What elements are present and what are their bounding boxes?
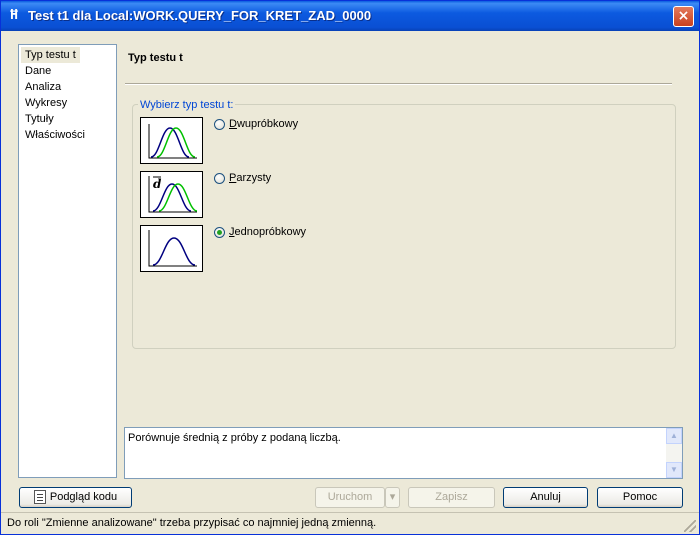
- two-sample-distribution-icon: [140, 117, 203, 164]
- save-button-label: Zapisz: [435, 491, 468, 503]
- app-icon: Ħ: [10, 8, 18, 23]
- radio-two-sample[interactable]: Dwupróbkowy: [214, 117, 298, 131]
- status-text: Do roli "Zmienne analizowane" trzeba prz…: [7, 517, 377, 529]
- group-label: Wybierz typ testu t:: [138, 99, 236, 111]
- radio-one-sample-circle[interactable]: [214, 226, 225, 238]
- nav-item-tytuly[interactable]: Tytuły: [19, 111, 116, 127]
- close-icon: ×: [677, 8, 690, 24]
- nav-item-wlasciwosci[interactable]: Właściwości: [19, 127, 116, 143]
- radio-paired[interactable]: Parzysty: [214, 171, 271, 185]
- radio-paired-label: Parzysty: [229, 172, 272, 184]
- title-bar[interactable]: Ħ Test t1 dla Local:WORK.QUERY_FOR_KRET_…: [1, 1, 699, 31]
- code-preview-icon: [33, 490, 46, 505]
- run-button-label: Uruchom: [327, 491, 373, 503]
- title-separator: [125, 83, 672, 85]
- cancel-button[interactable]: Anuluj: [503, 487, 588, 508]
- nav-item-typ-testu[interactable]: Typ testu t: [21, 47, 80, 63]
- paired-d-symbol: d: [153, 177, 162, 191]
- close-button[interactable]: ×: [673, 6, 694, 27]
- scroll-down-button[interactable]: ▼: [666, 462, 682, 478]
- scroll-up-button[interactable]: ▲: [666, 428, 682, 444]
- description-box[interactable]: Porównuje średnią z próby z podaną liczb…: [124, 427, 683, 479]
- page-title: Typ testu t: [128, 52, 183, 64]
- nav-list: Typ testu t Dane Analiza Wykresy Tytuły …: [18, 44, 117, 478]
- description-text: Porównuje średnią z próby z podaną liczb…: [128, 432, 341, 444]
- help-button[interactable]: Pomoc: [597, 487, 683, 508]
- radio-two-sample-circle[interactable]: [214, 118, 225, 130]
- run-button[interactable]: Uruchom: [315, 487, 385, 508]
- description-scrollbar[interactable]: ▲ ▼: [666, 428, 682, 478]
- help-button-label: Pomoc: [622, 491, 658, 503]
- save-button[interactable]: Zapisz: [408, 487, 495, 508]
- window-title: Test t1 dla Local:WORK.QUERY_FOR_KRET_ZA…: [28, 8, 372, 23]
- code-preview-label: Podgląd kodu: [49, 491, 118, 503]
- status-bar: Do roli "Zmienne analizowane" trzeba prz…: [1, 512, 699, 534]
- scroll-up-icon: ▲: [670, 431, 678, 440]
- dialog-window: Ħ Test t1 dla Local:WORK.QUERY_FOR_KRET_…: [0, 0, 700, 535]
- nav-item-dane[interactable]: Dane: [19, 63, 116, 79]
- radio-one-sample[interactable]: Jednopróbkowy: [214, 225, 306, 239]
- nav-item-wykresy[interactable]: Wykresy: [19, 95, 116, 111]
- nav-item-analiza[interactable]: Analiza: [19, 79, 116, 95]
- radio-one-sample-label: Jednopróbkowy: [229, 226, 307, 238]
- run-dropdown-button[interactable]: ▾: [385, 487, 400, 508]
- resize-grip-icon[interactable]: [684, 520, 696, 532]
- paired-difference-distribution-icon: d: [140, 171, 203, 218]
- chevron-down-icon: ▾: [389, 491, 396, 503]
- scroll-down-icon: ▼: [670, 465, 678, 474]
- cancel-button-label: Anuluj: [530, 491, 561, 503]
- radio-two-sample-label: Dwupróbkowy: [229, 118, 299, 130]
- code-preview-button[interactable]: Podgląd kodu: [19, 487, 132, 508]
- radio-paired-circle[interactable]: [214, 172, 225, 184]
- one-sample-distribution-icon: [140, 225, 203, 272]
